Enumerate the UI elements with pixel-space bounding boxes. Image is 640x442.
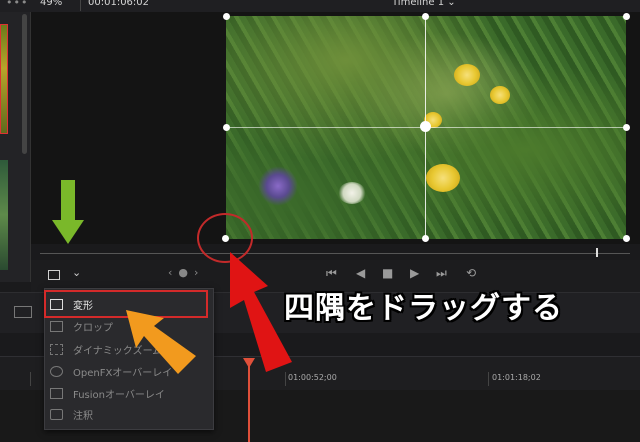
annotation-arrows <box>52 180 292 374</box>
green-arrow-icon <box>52 180 84 244</box>
instruction-caption: 四隅をドラッグする <box>284 291 563 326</box>
red-arrow-icon <box>230 252 292 372</box>
orange-arrow-icon <box>126 310 196 374</box>
